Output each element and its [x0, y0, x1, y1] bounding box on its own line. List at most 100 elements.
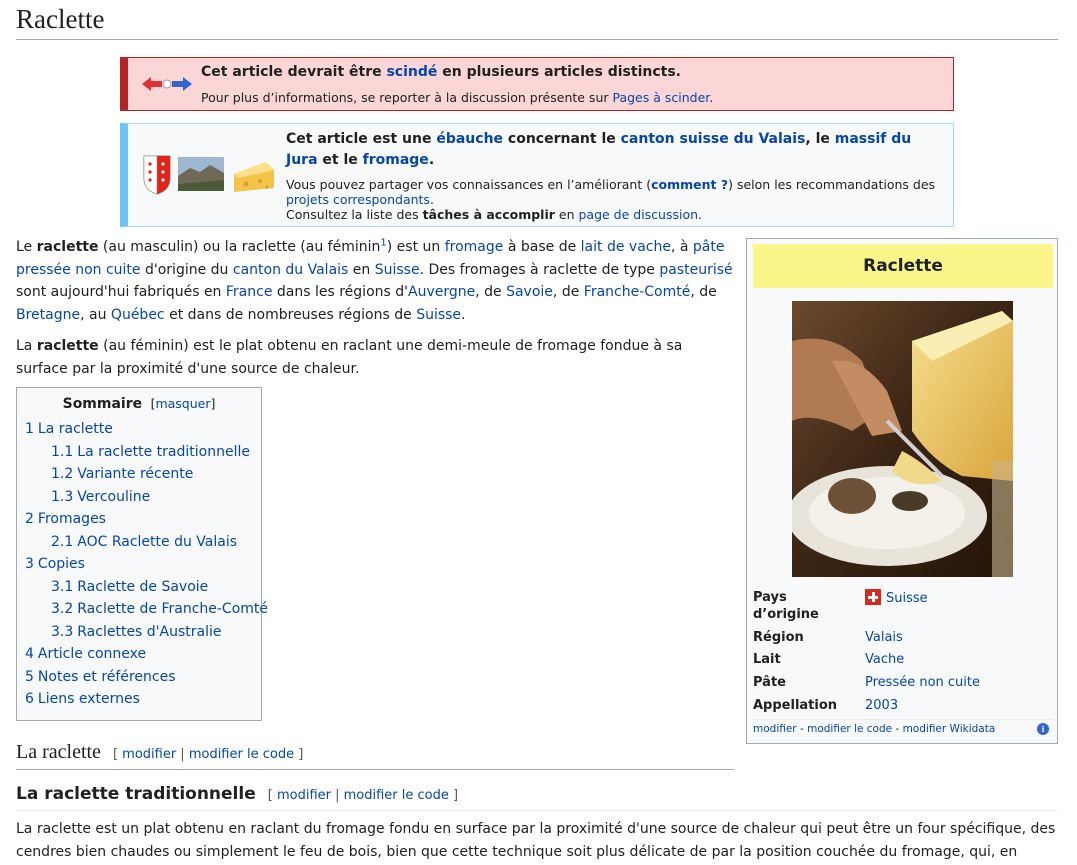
stub-notice-banner: Cet article est une ébauche concernant l…: [120, 123, 954, 227]
toc-item[interactable]: 2.1 AOC Raclette du Valais: [25, 531, 253, 554]
toc-number: 3.1: [51, 578, 74, 595]
text-run: en: [348, 261, 375, 278]
inline-link[interactable]: Québec: [111, 307, 165, 323]
pages-a-scinder-link[interactable]: Pages à scinder: [612, 90, 709, 105]
scinde-link[interactable]: scindé: [386, 64, 437, 80]
toc-item[interactable]: 3.2 Raclette de Franche-Comté: [25, 598, 268, 621]
inline-link[interactable]: fromage: [445, 239, 504, 255]
valais-link[interactable]: Valais: [865, 630, 903, 645]
inline-link[interactable]: lait de vache: [581, 239, 671, 255]
inline-link[interactable]: Auvergne: [408, 284, 475, 300]
stub-notice-text: Cet article est une ébauche concernant l…: [286, 129, 936, 222]
suisse-link[interactable]: Suisse: [886, 591, 928, 606]
inline-link[interactable]: canton du Valais: [233, 262, 348, 278]
toc-hide-toggle[interactable]: [masquer]: [147, 396, 216, 411]
split-notice-info: Pour plus d’informations, se reporter à …: [201, 90, 714, 105]
infobox-modifier-link[interactable]: modifier: [753, 723, 797, 735]
infobox-modifier-wikidata-link[interactable]: modifier Wikidata: [903, 723, 996, 735]
canton-valais-link[interactable]: canton suisse du Valais: [621, 131, 806, 147]
intro-paragraph-1: Le raclette (au masculin) ou la raclette…: [16, 236, 736, 326]
toc-item[interactable]: 1.2 Variante récente: [25, 463, 253, 486]
toc-link[interactable]: Vercouline: [77, 489, 150, 505]
inline-link[interactable]: Suisse: [375, 262, 420, 278]
raclette-photo[interactable]: [792, 301, 1013, 577]
jura-mountain-icon: [178, 157, 224, 191]
toc-item[interactable]: 3.3 Raclettes d'Australie: [25, 621, 253, 644]
bold-term: raclette: [36, 338, 99, 354]
infobox-key: Pâte: [753, 675, 786, 690]
toc-item[interactable]: 3.1 Raclette de Savoie: [25, 576, 253, 599]
inline-link[interactable]: France: [226, 284, 273, 300]
vache-link[interactable]: Vache: [865, 652, 904, 667]
toc-link[interactable]: Raclette de Franche-Comté: [77, 601, 268, 617]
infobox-title: Raclette: [753, 244, 1053, 288]
toc-number: 3.3: [51, 623, 74, 640]
edit-subsection-code-link[interactable]: modifier le code: [344, 788, 449, 803]
text-run: , de: [552, 284, 584, 300]
inline-link[interactable]: Bretagne: [16, 307, 80, 323]
toc-item[interactable]: 5 Notes et références: [25, 666, 253, 689]
table-of-contents: Sommaire [masquer] 1 La raclette 1.1 La rac…: [16, 387, 268, 721]
split-notice-banner: Cet article devrait être scindé en plusi…: [120, 57, 954, 111]
stub-icons: [143, 155, 274, 195]
toc-link[interactable]: La raclette: [38, 421, 113, 437]
subsection-title: La raclette traditionnelle: [16, 784, 256, 804]
toc-link[interactable]: AOC Raclette du Valais: [77, 534, 237, 550]
intro-paragraph-2: La raclette (au féminin) est le plat obt…: [16, 335, 736, 380]
comment-link[interactable]: comment ?: [651, 177, 728, 192]
split-arrows-icon: [142, 77, 192, 91]
toc-item[interactable]: 1 La raclette: [25, 418, 253, 441]
toc-link[interactable]: Variante récente: [77, 466, 193, 482]
edit-section-code-link[interactable]: modifier le code: [189, 747, 294, 762]
toc-item[interactable]: 3 Copies: [25, 553, 253, 576]
fromage-link[interactable]: fromage: [363, 152, 429, 168]
traditional-raclette-paragraph: La raclette est un plat obtenu en raclan…: [16, 821, 1056, 860]
toc-number: 1.1: [51, 443, 74, 460]
valais-coat-of-arms-icon: [143, 155, 171, 195]
toc-link[interactable]: Article connexe: [38, 646, 146, 662]
toc-item[interactable]: 4 Article connexe: [25, 643, 253, 666]
pate-link[interactable]: Pressée non cuite: [865, 675, 980, 690]
toc-link[interactable]: Liens externes: [38, 691, 140, 707]
toc-item[interactable]: 6 Liens externes: [25, 688, 253, 711]
toc-list: 1 La raclette 1.1 La raclette traditionnell…: [25, 418, 268, 711]
section-edit-links: [ modifier | modifier le code ]: [112, 747, 304, 762]
toc-item[interactable]: 1.3 Vercouline: [25, 486, 253, 509]
inline-link[interactable]: pasteurisé: [659, 262, 732, 278]
infobox: Raclette Pays d’origine Suisse Région Val…: [746, 238, 1058, 744]
toc-number: 3: [25, 556, 34, 572]
ebauche-link[interactable]: ébauche: [436, 131, 503, 147]
toc-link[interactable]: Copies: [38, 556, 85, 572]
inline-link[interactable]: Suisse: [416, 307, 461, 323]
toc-link[interactable]: La raclette traditionnelle: [77, 444, 250, 460]
toc-item[interactable]: 1.1 La raclette traditionnelle: [25, 441, 253, 464]
toc-link[interactable]: Fromages: [38, 511, 106, 527]
toc-header: Sommaire [masquer]: [25, 396, 253, 412]
toc-item[interactable]: 2 Fromages: [25, 508, 253, 531]
toc-link[interactable]: Raclettes d'Australie: [77, 624, 221, 640]
toc-link[interactable]: Notes et références: [38, 669, 176, 685]
infobox-key: Pays d’origine: [753, 590, 819, 622]
text-run: dans les régions d': [272, 284, 408, 300]
swiss-flag-icon: [865, 589, 881, 605]
inline-link[interactable]: Franche-Comté: [584, 284, 691, 300]
edit-section-link[interactable]: modifier: [122, 747, 176, 762]
info-icon[interactable]: i: [1037, 723, 1049, 735]
text-run: , à: [670, 239, 693, 255]
appellation-link[interactable]: 2003: [865, 698, 898, 713]
infobox-modifier-code-link[interactable]: modifier le code: [807, 723, 892, 735]
toc-title: Sommaire: [62, 396, 143, 412]
infobox-key: Appellation: [753, 698, 838, 713]
inline-link[interactable]: Savoie: [506, 284, 553, 300]
toc-number: 1.3: [51, 488, 74, 505]
toc-link[interactable]: Raclette de Savoie: [77, 579, 208, 595]
text-run: , de: [690, 284, 717, 300]
projets-correspondants-link[interactable]: projets correspondants: [286, 192, 430, 207]
edit-subsection-link[interactable]: modifier: [277, 788, 331, 803]
text-run: (au masculin) ou la raclette (au féminin: [98, 239, 381, 255]
infobox-value: Suisse: [865, 589, 928, 607]
text-run: . Des fromages à raclette de type: [419, 261, 660, 278]
text-run: , de: [475, 284, 507, 300]
page-discussion-link[interactable]: page de discussion: [578, 207, 698, 222]
stub-notice-title: Cet article est une ébauche concernant l…: [286, 131, 912, 168]
